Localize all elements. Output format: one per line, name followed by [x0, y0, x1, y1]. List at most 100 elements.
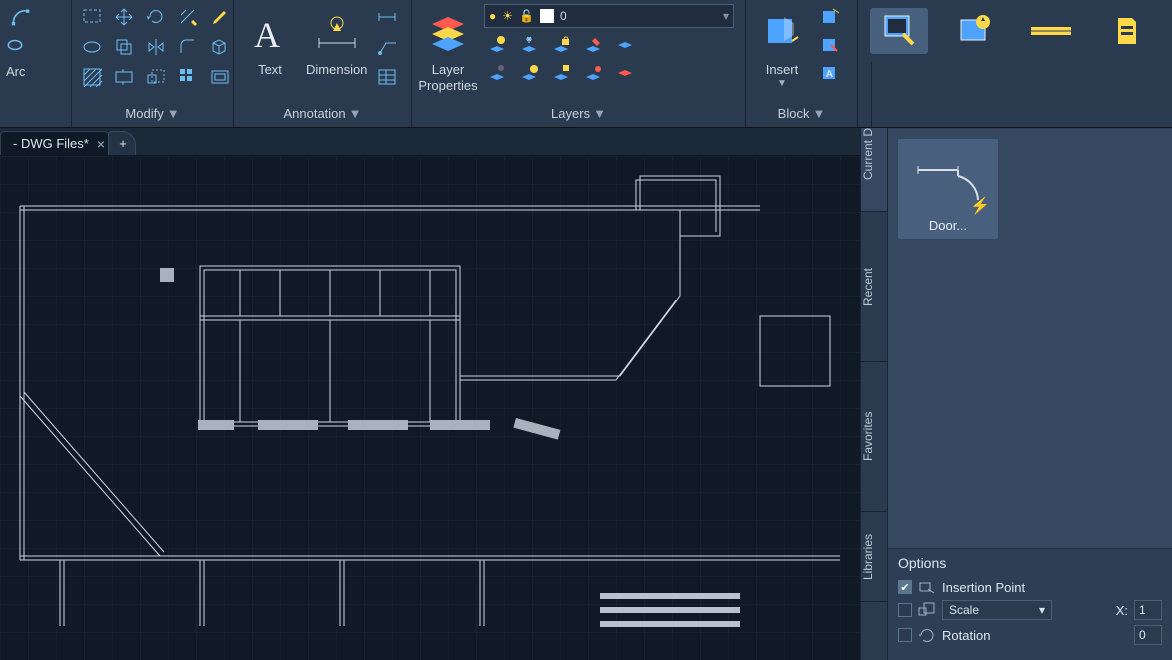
- palette-mode-favorites-icon[interactable]: [1022, 8, 1080, 54]
- arc-tool-icon[interactable]: [6, 4, 36, 30]
- box-icon[interactable]: [206, 34, 236, 60]
- scale-x-input[interactable]: [1134, 600, 1162, 620]
- chevron-down-icon: ▼: [812, 106, 825, 121]
- floorplan-graphic: [0, 156, 860, 660]
- drawing-canvas[interactable]: [0, 156, 860, 660]
- dimension-tool-icon[interactable]: [307, 4, 367, 62]
- draw-panel: Arc: [0, 0, 72, 127]
- rotation-label: Rotation: [942, 628, 990, 643]
- insertion-point-label: Insertion Point: [942, 580, 1025, 595]
- block-label: Block: [778, 106, 810, 121]
- arc-label: Arc: [6, 64, 26, 79]
- dimension-label: Dimension: [306, 62, 367, 78]
- block-footer[interactable]: Block▼: [752, 103, 851, 127]
- block-door[interactable]: ⚡ Door...: [898, 139, 998, 239]
- block-thumbnail: ⚡: [904, 145, 992, 218]
- svg-text:A: A: [826, 69, 833, 80]
- scale-select[interactable]: Scale ▾: [942, 600, 1052, 620]
- layer-icon-8[interactable]: [548, 60, 574, 84]
- rotation-input[interactable]: [1134, 625, 1162, 645]
- move-icon[interactable]: [110, 4, 140, 30]
- text-label: Text: [258, 62, 282, 78]
- palette-mode-drawing-icon[interactable]: [870, 8, 928, 54]
- stretch-icon[interactable]: [110, 64, 140, 90]
- tab-label: - DWG Files*: [13, 136, 89, 151]
- modify-panel: Modify▼: [72, 0, 234, 127]
- block-panel: Insert ▼ A Block▼: [746, 0, 858, 127]
- linear-dim-icon[interactable]: [373, 4, 403, 30]
- side-tab-recent[interactable]: Recent: [861, 212, 887, 362]
- layer-isolate-icon[interactable]: [612, 32, 638, 56]
- scale-icon: [918, 602, 936, 618]
- insertion-point-checkbox[interactable]: ✔: [898, 580, 912, 594]
- layer-freeze-icon[interactable]: [484, 32, 510, 56]
- array-icon[interactable]: [174, 64, 204, 90]
- insert-label: Insert: [766, 62, 799, 78]
- tab-new[interactable]: +: [108, 131, 136, 155]
- insertion-point-icon: [918, 579, 936, 595]
- scale-checkbox[interactable]: [898, 603, 912, 617]
- layer-lock-icon[interactable]: [548, 32, 574, 56]
- layer-color-swatch: [540, 9, 554, 23]
- layer-properties-icon[interactable]: [418, 4, 478, 62]
- hatch-icon[interactable]: [78, 64, 108, 90]
- blocks-panel: Recent Blocks ⚡ Door... Options ✔ Insert…: [888, 62, 1172, 660]
- insert-icon[interactable]: [752, 4, 812, 62]
- layers-panel: Layer Properties ● ☀ 🔓 0 ▾: [412, 0, 746, 127]
- copy-icon[interactable]: [110, 34, 140, 60]
- scale-icon[interactable]: [142, 64, 172, 90]
- layer-combo[interactable]: ● ☀ 🔓 0 ▾: [484, 4, 734, 28]
- palette-mode-bar: [860, 0, 1172, 62]
- layers-label: Layers: [551, 106, 590, 121]
- palette-side-tabs: Current Drawing Recent Favorites Librari…: [860, 62, 888, 660]
- side-tab-libraries[interactable]: Libraries: [861, 512, 887, 602]
- x-label: X:: [1116, 603, 1128, 618]
- close-icon[interactable]: ×: [97, 136, 105, 152]
- ellipse2-icon[interactable]: [78, 34, 108, 60]
- layer-icon-7[interactable]: [516, 60, 542, 84]
- sun-icon: ☀: [502, 9, 513, 23]
- layer-icon-10[interactable]: [612, 60, 638, 84]
- rotation-checkbox[interactable]: [898, 628, 912, 642]
- annotation-footer[interactable]: Annotation ▼: [240, 103, 405, 127]
- mirror-icon[interactable]: [142, 34, 172, 60]
- create-block-icon[interactable]: [818, 4, 844, 28]
- lightbulb-icon: ●: [489, 9, 496, 23]
- options-section: Options ✔ Insertion Point Scale▾ X: Rota…: [888, 548, 1172, 660]
- text-tool-icon[interactable]: A: [240, 4, 300, 62]
- svg-text:A: A: [254, 15, 280, 53]
- unlock-icon: 🔓: [519, 9, 534, 23]
- insert-chevron[interactable]: ▼: [777, 78, 787, 89]
- modify-label: Modify: [125, 106, 163, 121]
- palette-mode-libraries-icon[interactable]: [1098, 8, 1156, 54]
- block-label: Door...: [929, 218, 967, 233]
- leader-icon[interactable]: [373, 34, 403, 60]
- rotate-icon[interactable]: [142, 4, 172, 30]
- annotation-panel: A Text Dimension Annotation ▼: [234, 0, 412, 127]
- rotation-icon: [918, 627, 936, 643]
- layer-match-icon[interactable]: [580, 32, 606, 56]
- edit-attributes-icon[interactable]: A: [818, 60, 844, 84]
- trim-icon[interactable]: [174, 4, 204, 30]
- rectangle-icon[interactable]: [78, 4, 108, 30]
- scale-select-label: Scale: [949, 603, 979, 617]
- dynamic-block-bolt-icon: ⚡: [970, 196, 990, 216]
- ellipse-icon[interactable]: [6, 32, 24, 58]
- chevron-down-icon: ▾: [1039, 603, 1045, 617]
- pencil-icon[interactable]: [206, 4, 236, 30]
- chevron-down-icon: ▼: [349, 106, 362, 121]
- blocks-area: ⚡ Door...: [888, 129, 1172, 548]
- layer-off-icon[interactable]: [516, 32, 542, 56]
- side-tab-favorites[interactable]: Favorites: [861, 362, 887, 512]
- layer-icon-6[interactable]: [484, 60, 510, 84]
- modify-footer[interactable]: Modify▼: [78, 103, 227, 127]
- layers-footer[interactable]: Layers▼: [418, 103, 739, 127]
- layer-icon-9[interactable]: [580, 60, 606, 84]
- palette-mode-recent-icon[interactable]: [946, 8, 1004, 54]
- edit-block-icon[interactable]: [818, 32, 844, 56]
- tab-file-1[interactable]: - DWG Files* ×: [0, 131, 116, 155]
- offset-icon[interactable]: [206, 64, 236, 90]
- fillet-icon[interactable]: [174, 34, 204, 60]
- table-icon[interactable]: [373, 64, 403, 90]
- annotation-label: Annotation: [283, 106, 345, 121]
